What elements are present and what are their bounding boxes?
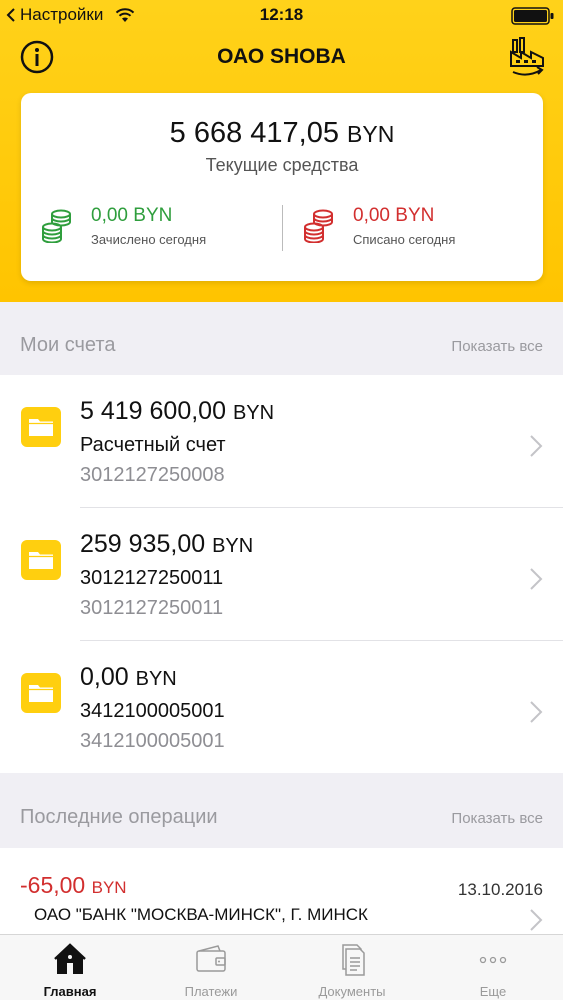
operation-date: 13.10.2016 [457, 880, 543, 899]
account-currency: BYN [212, 535, 254, 557]
wallet-icon [196, 945, 226, 972]
factory-icon[interactable] [509, 36, 547, 76]
folder-icon [21, 540, 61, 580]
account-amount-value: 259 935,00 [80, 530, 206, 558]
operation-amount-value: -65,00 [20, 872, 86, 898]
account-amount-value: 5 419 600,00 [80, 397, 226, 425]
balance-amount: 5 668 417,05 BYN [21, 117, 543, 150]
operations-show-all-link[interactable]: Показать все [451, 810, 543, 827]
documents-icon [342, 944, 365, 976]
folder-icon [21, 407, 61, 447]
status-time: 12:18 [259, 5, 304, 24]
accounts-list: 5 419 600,00 BYN Расчетный счет 30121272… [0, 375, 563, 773]
coins-red-icon [304, 209, 333, 243]
accounts-show-all-link[interactable]: Показать все [451, 338, 543, 355]
account-number: 3012127250011 [80, 597, 224, 619]
accounts-section-title: Мои счета [20, 334, 116, 356]
credited-label: Зачислено сегодня [91, 232, 207, 247]
account-number: 3412100005001 [80, 730, 225, 752]
account-number: 3012127250008 [80, 464, 225, 486]
chevron-right-icon [530, 909, 543, 931]
balance-card: 5 668 417,05 BYN Текущие средства 0,00 B… [21, 93, 543, 281]
folder-icon [21, 673, 61, 713]
credited-value: 0,00 [91, 205, 128, 226]
header: Настройки 12:18 ОАО SHOBA 5 668 417,05 B… [0, 0, 563, 302]
account-name: 3012127250011 [80, 567, 224, 589]
account-name: 3412100005001 [80, 700, 225, 722]
account-row[interactable]: 0,00 BYN 3412100005001 3412100005001 [0, 641, 563, 774]
account-amount: 259 935,00 BYN [80, 530, 253, 559]
chevron-right-icon [530, 701, 543, 723]
status-bar: Настройки 12:18 [0, 0, 563, 30]
account-amount: 5 419 600,00 BYN [80, 397, 274, 426]
account-currency: BYN [135, 668, 177, 690]
account-amount: 0,00 BYN [80, 663, 177, 692]
credited-currency: BYN [133, 205, 173, 226]
page-title: ОАО SHOBA [217, 45, 346, 68]
more-icon [479, 956, 507, 964]
tab-home[interactable]: Главная [0, 935, 140, 1000]
balance-value: 5 668 417,05 [169, 117, 339, 149]
account-row[interactable]: 5 419 600,00 BYN Расчетный счет 30121272… [0, 375, 563, 508]
account-row[interactable]: 259 935,00 BYN 3012127250011 30121272500… [0, 508, 563, 641]
operations-section-header: Последние операции Показать все [0, 774, 563, 848]
balance-label: Текущие средства [205, 155, 359, 175]
coins-green-icon [42, 209, 71, 243]
tab-more-label: Еще [479, 984, 507, 999]
tab-documents-label: Документы [318, 984, 386, 999]
debited-currency: BYN [395, 205, 435, 226]
tab-home-label: Главная [43, 984, 97, 999]
tab-documents[interactable]: Документы [282, 935, 422, 1000]
credited-amount: 0,00 BYN [91, 205, 172, 227]
operations-list: -65,00 BYN 13.10.2016 ОАО "БАНК "МОСКВА-… [0, 848, 563, 934]
debited-label: Списано сегодня [353, 232, 456, 247]
debited-amount: 0,00 BYN [353, 205, 434, 227]
account-currency: BYN [232, 402, 275, 424]
tab-payments[interactable]: Платежи [141, 935, 281, 1000]
operations-section-title: Последние операции [20, 806, 218, 828]
battery-icon [511, 7, 554, 25]
operation-currency: BYN [91, 878, 127, 897]
divider [282, 205, 283, 251]
tab-more[interactable]: Еще [423, 935, 563, 1000]
account-amount-value: 0,00 [80, 663, 129, 691]
chevron-right-icon [530, 568, 543, 590]
accounts-section-header: Мои счета Показать все [0, 302, 563, 376]
tab-payments-label: Платежи [184, 984, 238, 999]
debited-value: 0,00 [353, 205, 390, 226]
operation-amount: -65,00 BYN [20, 872, 127, 899]
balance-currency: BYN [347, 121, 395, 147]
home-icon [54, 943, 86, 974]
account-name: Расчетный счет [80, 434, 226, 456]
tab-bar: Главная Платежи Документы Еще [0, 934, 563, 1000]
operation-description: ОАО "БАНК "МОСКВА-МИНСК", Г. МИНСК [34, 905, 368, 924]
chevron-right-icon [530, 435, 543, 457]
